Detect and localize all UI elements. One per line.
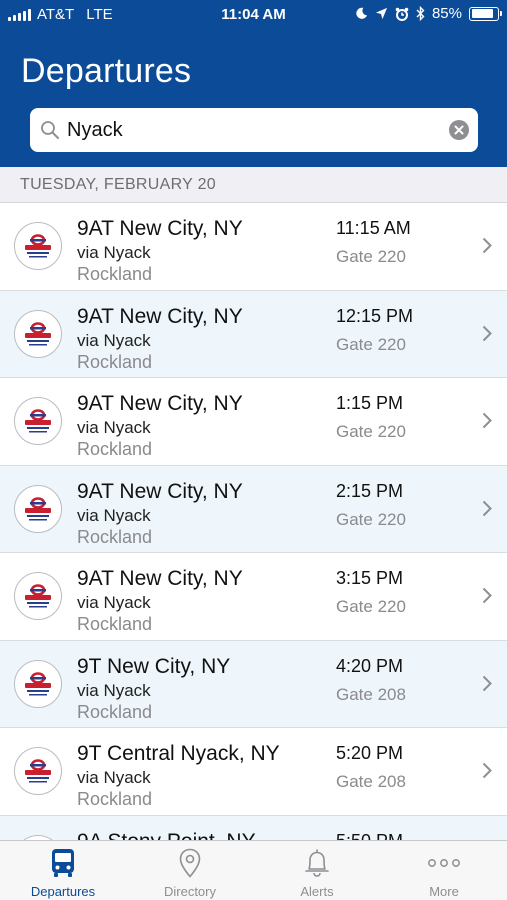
clear-search-icon[interactable] xyxy=(449,120,469,140)
departure-gate: Gate 208 xyxy=(336,684,406,704)
chevron-right-icon xyxy=(482,237,492,254)
route-name: 9AT New City, NY xyxy=(77,392,243,415)
route-via: via Nyack xyxy=(77,418,151,437)
departure-gate: Gate 220 xyxy=(336,422,406,441)
route-region: Rockland xyxy=(77,526,153,547)
chevron-right-icon xyxy=(482,675,492,691)
departure-row[interactable]: 9AT New City, NY via Nyack Rockland 3:15… xyxy=(0,553,507,641)
route-via: via Nyack xyxy=(77,768,151,787)
tab-label: More xyxy=(429,884,459,899)
more-dots-icon xyxy=(428,859,460,867)
departure-row[interactable]: 9T Central Nyack, NY via Nyack Rockland … xyxy=(0,728,507,816)
chevron-right-icon xyxy=(482,587,492,604)
location-arrow-icon xyxy=(375,7,388,20)
coach-usa-logo xyxy=(14,747,62,795)
tab-alerts[interactable]: Alerts xyxy=(254,841,380,900)
departure-gate: Gate 220 xyxy=(336,247,406,266)
tab-more[interactable]: More xyxy=(381,841,507,900)
date-label: TUESDAY, FEBRUARY 20 xyxy=(20,176,216,193)
departure-time: 2:15 PM xyxy=(336,480,404,501)
route-name: 9AT New City, NY xyxy=(77,304,243,328)
tab-label: Alerts xyxy=(300,884,334,899)
route-name: 9T New City, NY xyxy=(77,654,231,678)
route-via: via Nyack xyxy=(77,243,151,262)
route-name: 9AT New City, NY xyxy=(77,479,243,503)
coach-usa-logo xyxy=(14,572,62,620)
departure-row[interactable]: 9AT New City, NY via Nyack Rockland 1:15… xyxy=(0,378,507,466)
page-title: Departures xyxy=(21,52,192,90)
route-region: Rockland xyxy=(77,701,153,722)
departure-time: 12:15 PM xyxy=(336,305,414,326)
route-region: Rockland xyxy=(77,351,153,372)
departure-time: 11:15 AM xyxy=(336,218,411,238)
coach-usa-logo xyxy=(14,309,62,358)
departure-row[interactable]: 9AT New City, NY via Nyack Rockland 12:1… xyxy=(0,290,507,378)
coach-usa-logo xyxy=(14,397,62,445)
status-bar: AT&T LTE 11:04 AM 85% xyxy=(0,0,507,28)
departures-list: 9AT New City, NY via Nyack Rockland 11:1… xyxy=(0,203,507,840)
route-name: 9AT New City, NY xyxy=(77,567,243,590)
route-name: 9A Stony Point, NY xyxy=(77,830,256,841)
moon-icon xyxy=(356,7,368,19)
route-name: 9AT New City, NY xyxy=(77,217,243,240)
route-name: 9T Central Nyack, NY xyxy=(77,742,280,765)
route-region: Rockland xyxy=(77,614,153,634)
departure-gate: Gate 220 xyxy=(336,597,406,616)
departure-gate: Gate 220 xyxy=(336,334,406,354)
route-via: via Nyack xyxy=(77,680,151,700)
tab-bar: Departures Directory Alerts More xyxy=(0,840,507,900)
chevron-right-icon xyxy=(482,500,492,516)
bluetooth-icon xyxy=(416,6,425,21)
location-pin-icon xyxy=(179,848,201,878)
departure-row[interactable]: 9T New City, NY via Nyack Rockland 4:20 … xyxy=(0,640,507,728)
chevron-right-icon xyxy=(482,412,492,429)
departure-time: 5:20 PM xyxy=(336,743,404,763)
coach-usa-logo xyxy=(14,484,62,533)
departure-time: 4:20 PM xyxy=(336,655,404,676)
section-date-header: TUESDAY, FEBRUARY 20 xyxy=(0,167,507,203)
search-field[interactable]: Nyack xyxy=(30,108,478,152)
tab-departures[interactable]: Departures xyxy=(0,841,126,900)
coach-usa-logo xyxy=(14,659,62,708)
battery-percent: 85% xyxy=(431,5,462,22)
search-icon xyxy=(41,121,59,139)
departure-time: 5:50 PM xyxy=(336,831,403,841)
bus-icon xyxy=(52,849,74,877)
route-region: Rockland xyxy=(77,789,153,809)
departure-gate: Gate 208 xyxy=(336,772,406,791)
coach-usa-logo xyxy=(14,222,62,270)
chevron-right-icon xyxy=(482,325,492,341)
chevron-right-icon xyxy=(482,762,492,779)
battery-icon xyxy=(469,6,502,21)
tab-directory[interactable]: Directory xyxy=(127,841,253,900)
route-region: Rockland xyxy=(77,439,153,459)
bell-icon xyxy=(305,849,329,877)
alarm-icon xyxy=(395,7,409,21)
departure-row[interactable]: 9A Stony Point, NY 5:50 PM xyxy=(0,815,507,841)
route-region: Rockland xyxy=(77,264,153,284)
departure-row[interactable]: 9AT New City, NY via Nyack Rockland 11:1… xyxy=(0,203,507,291)
departure-row[interactable]: 9AT New City, NY via Nyack Rockland 2:15… xyxy=(0,465,507,553)
tab-label: Departures xyxy=(30,884,96,899)
route-via: via Nyack xyxy=(77,330,151,350)
departure-gate: Gate 220 xyxy=(336,509,406,529)
route-via: via Nyack xyxy=(77,593,151,612)
tab-label: Directory xyxy=(163,884,216,899)
route-via: via Nyack xyxy=(77,505,151,525)
departure-time: 1:15 PM xyxy=(336,393,404,413)
header: AT&T LTE 11:04 AM 85% Departures Nyack xyxy=(0,0,507,167)
departure-time: 3:15 PM xyxy=(336,568,404,588)
search-input[interactable]: Nyack xyxy=(67,119,123,142)
